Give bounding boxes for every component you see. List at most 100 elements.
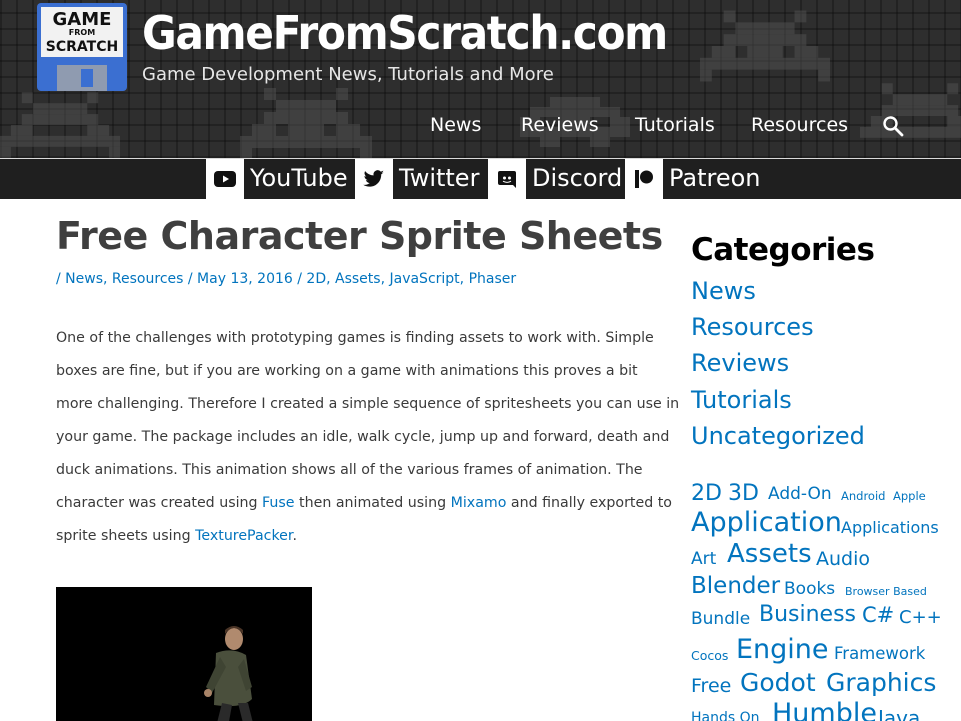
body-line: more challenging. Therefore I created a … — [56, 396, 680, 412]
social-youtube-link[interactable]: YouTube — [206, 159, 352, 199]
svg-text:GAME: GAME — [53, 9, 112, 30]
article-meta: / News, Resources / May 13, 2016 / 2D, A… — [56, 271, 516, 287]
meta-tag-link[interactable]: JavaScript — [389, 271, 459, 287]
tag-cloud: 2D 3D Add-On Android Apple Application A… — [691, 476, 961, 721]
discord-icon — [498, 171, 516, 188]
site-logo[interactable]: GAME FROM SCRATCH — [37, 3, 127, 91]
meta-separator: / — [183, 271, 198, 287]
tag-link[interactable]: Framework — [834, 644, 925, 663]
meta-separator: / — [292, 271, 307, 287]
site-tagline: Game Development News, Tutorials and Mor… — [142, 64, 554, 85]
article-body: One of the challenges with prototyping g… — [56, 322, 680, 553]
body-line: sprite sheets using TexturePacker. — [56, 520, 636, 553]
social-icon-box — [355, 159, 393, 199]
social-label: YouTube — [250, 164, 348, 192]
category-link-tutorials[interactable]: Tutorials — [691, 382, 865, 418]
tag-link[interactable]: 2D — [691, 481, 722, 506]
body-text: sprite sheets using — [56, 528, 196, 544]
tag-link[interactable]: Books — [784, 579, 835, 599]
social-label: Twitter — [399, 164, 480, 192]
social-icon-box — [625, 159, 663, 199]
mixamo-link[interactable]: Mixamo — [451, 495, 507, 511]
character-figure-icon — [204, 626, 253, 721]
site-title[interactable]: GameFromScratch.com — [142, 6, 668, 60]
floppy-disk-logo-icon: GAME FROM SCRATCH — [37, 3, 127, 91]
social-discord-link[interactable]: Discord — [488, 159, 622, 199]
meta-tag-link[interactable]: Assets — [335, 271, 381, 287]
tag-link[interactable]: Add-On — [768, 484, 832, 504]
site-header: GAME FROM SCRATCH GameFromScratch.com Ga… — [0, 0, 961, 158]
category-link-resources[interactable]: Resources — [691, 309, 865, 345]
nav-resources[interactable]: Resources — [751, 114, 848, 136]
search-icon — [883, 116, 904, 137]
social-bar: YouTube Twitter Discord Patreon — [0, 158, 961, 199]
social-patreon-link[interactable]: Patreon — [625, 159, 765, 199]
tag-link[interactable]: Applications — [841, 518, 939, 537]
categories-heading: Categories — [691, 232, 875, 268]
tag-link[interactable]: Bundle — [691, 609, 750, 629]
meta-separator: , — [326, 271, 336, 287]
nav-reviews[interactable]: Reviews — [521, 114, 599, 136]
tag-link[interactable]: C# — [862, 603, 894, 627]
body-text: then animated using — [294, 495, 451, 511]
social-twitter-link[interactable]: Twitter — [355, 159, 485, 199]
category-link-news[interactable]: News — [691, 273, 865, 309]
search-button[interactable] — [882, 115, 904, 137]
tag-link[interactable]: Hands On — [691, 710, 760, 721]
meta-separator: , — [103, 271, 112, 287]
twitter-icon — [363, 170, 384, 187]
tag-link[interactable]: Browser Based — [845, 585, 927, 598]
social-icon-box — [488, 159, 526, 199]
meta-category-link[interactable]: News — [65, 271, 103, 287]
body-line: character was created using Fuse then an… — [56, 487, 672, 520]
invader-decoration-icon — [700, 10, 830, 82]
svg-text:SCRATCH: SCRATCH — [46, 39, 118, 55]
tag-link[interactable]: Art — [691, 549, 716, 569]
body-line: One of the challenges with prototyping g… — [56, 330, 654, 346]
tag-link[interactable]: Business — [759, 602, 856, 627]
tag-link[interactable]: C++ — [899, 607, 942, 628]
category-link-uncategorized[interactable]: Uncategorized — [691, 418, 865, 454]
social-icon-box — [206, 159, 244, 199]
meta-tag-link[interactable]: 2D — [306, 271, 326, 287]
tag-link[interactable]: Humble — [772, 698, 877, 721]
body-text: and finally exported to — [506, 495, 672, 511]
nav-news[interactable]: News — [430, 114, 481, 136]
categories-list: News Resources Reviews Tutorials Uncateg… — [691, 273, 865, 454]
fuse-link[interactable]: Fuse — [262, 495, 295, 511]
patreon-icon — [635, 170, 653, 188]
svg-text:FROM: FROM — [69, 28, 95, 37]
texturepacker-link[interactable]: TexturePacker — [195, 528, 292, 544]
social-label: Discord — [532, 164, 623, 192]
tag-link[interactable]: Godot — [740, 668, 816, 697]
tag-link[interactable]: Application — [691, 507, 842, 538]
meta-separator: , — [459, 271, 469, 287]
main-navigation: News Reviews Tutorials Resources — [0, 114, 961, 142]
tag-link[interactable]: Android — [841, 489, 885, 503]
youtube-icon — [214, 171, 236, 187]
tag-link[interactable]: Assets — [727, 539, 812, 569]
tag-link[interactable]: Engine — [736, 634, 829, 665]
tag-link[interactable]: Audio — [816, 548, 870, 570]
tag-link[interactable]: Free — [691, 675, 731, 697]
nav-tutorials[interactable]: Tutorials — [635, 114, 715, 136]
meta-date[interactable]: May 13, 2016 — [197, 271, 293, 287]
tag-link[interactable]: 3D — [728, 481, 759, 506]
tag-link[interactable]: Blender — [691, 573, 780, 599]
character-sprite-animation-image — [56, 587, 312, 721]
meta-prefix: / — [56, 271, 66, 287]
meta-category-link[interactable]: Resources — [112, 271, 184, 287]
body-text: character was created using — [56, 495, 263, 511]
tag-link[interactable]: Java — [878, 706, 920, 721]
meta-tag-link[interactable]: Phaser — [469, 271, 517, 287]
body-text: . — [292, 528, 297, 544]
tag-link[interactable]: Apple — [893, 489, 926, 503]
category-link-reviews[interactable]: Reviews — [691, 345, 865, 381]
social-label: Patreon — [669, 164, 761, 192]
tag-link[interactable]: Cocos — [691, 648, 728, 663]
body-line: your game. The package includes an idle,… — [56, 429, 670, 445]
body-line: boxes are fine, but if you are working o… — [56, 363, 638, 379]
article-title: Free Character Sprite Sheets — [56, 214, 663, 258]
tag-link[interactable]: Graphics — [826, 668, 936, 697]
body-line: duck animations. This animation shows al… — [56, 462, 643, 478]
